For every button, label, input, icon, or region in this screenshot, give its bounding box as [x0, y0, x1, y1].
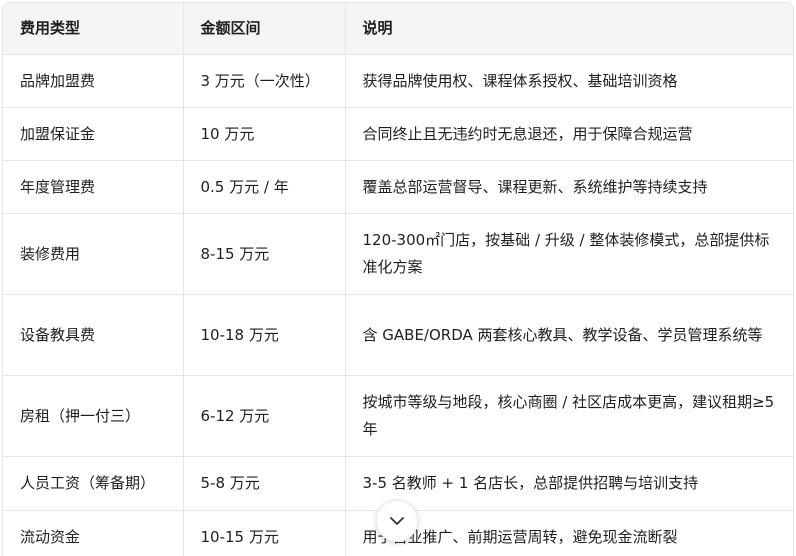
table-row: 年度管理费 0.5 万元 / 年 覆盖总部运营督导、课程更新、系统维护等持续支持 — [3, 160, 793, 214]
cell-fee-type: 人员工资（筹备期） — [3, 456, 184, 511]
cell-description: 120-300㎡门店，按基础 / 升级 / 整体装修模式，总部提供标准化方案 — [345, 213, 793, 295]
cell-fee-type: 年度管理费 — [3, 160, 184, 214]
table-row: 装修费用 8-15 万元 120-300㎡门店，按基础 / 升级 / 整体装修模… — [3, 213, 793, 295]
cell-amount: 3 万元（一次性） — [183, 54, 346, 108]
cell-fee-type: 流动资金 — [3, 510, 184, 556]
table-row: 品牌加盟费 3 万元（一次性） 获得品牌使用权、课程体系授权、基础培训资格 — [3, 54, 793, 108]
table-row: 房租（押一付三） 6-12 万元 按城市等级与地段，核心商圈 / 社区店成本更高… — [3, 375, 793, 457]
fee-table-container: 费用类型 金额区间 说明 品牌加盟费 3 万元（一次性） 获得品牌使用权、课程体… — [2, 2, 794, 556]
header-amount-range: 金额区间 — [183, 3, 346, 55]
cell-description: 按城市等级与地段，核心商圈 / 社区店成本更高，建议租期≥5 年 — [345, 375, 793, 457]
cell-fee-type: 装修费用 — [3, 213, 184, 295]
table-row: 设备教具费 10-18 万元 含 GABE/ORDA 两套核心教具、教学设备、学… — [3, 294, 793, 376]
cell-amount: 10-18 万元 — [183, 294, 346, 376]
header-fee-type: 费用类型 — [3, 3, 184, 55]
cell-fee-type: 房租（押一付三） — [3, 375, 184, 457]
table-row: 加盟保证金 10 万元 合同终止且无违约时无息退还，用于保障合规运营 — [3, 107, 793, 161]
cell-amount: 6-12 万元 — [183, 375, 346, 457]
cell-amount: 0.5 万元 / 年 — [183, 160, 346, 214]
cell-fee-type: 设备教具费 — [3, 294, 184, 376]
cell-amount: 5-8 万元 — [183, 456, 346, 511]
cell-amount: 10-15 万元 — [183, 510, 346, 556]
cell-amount: 10 万元 — [183, 107, 346, 161]
cell-description: 覆盖总部运营督导、课程更新、系统维护等持续支持 — [345, 160, 793, 214]
cell-fee-type: 加盟保证金 — [3, 107, 184, 161]
cell-description: 合同终止且无违约时无息退还，用于保障合规运营 — [345, 107, 793, 161]
cell-amount: 8-15 万元 — [183, 213, 346, 295]
cell-description: 3-5 名教师 + 1 名店长，总部提供招聘与培训支持 — [345, 456, 793, 511]
chevron-down-icon — [390, 517, 404, 525]
scroll-down-button[interactable] — [376, 500, 418, 542]
table-header-row: 费用类型 金额区间 说明 — [3, 3, 793, 55]
cell-description: 含 GABE/ORDA 两套核心教具、教学设备、学员管理系统等 — [345, 294, 793, 376]
fee-table: 费用类型 金额区间 说明 品牌加盟费 3 万元（一次性） 获得品牌使用权、课程体… — [3, 3, 793, 556]
cell-description: 获得品牌使用权、课程体系授权、基础培训资格 — [345, 54, 793, 108]
header-description: 说明 — [345, 3, 793, 55]
cell-fee-type: 品牌加盟费 — [3, 54, 184, 108]
